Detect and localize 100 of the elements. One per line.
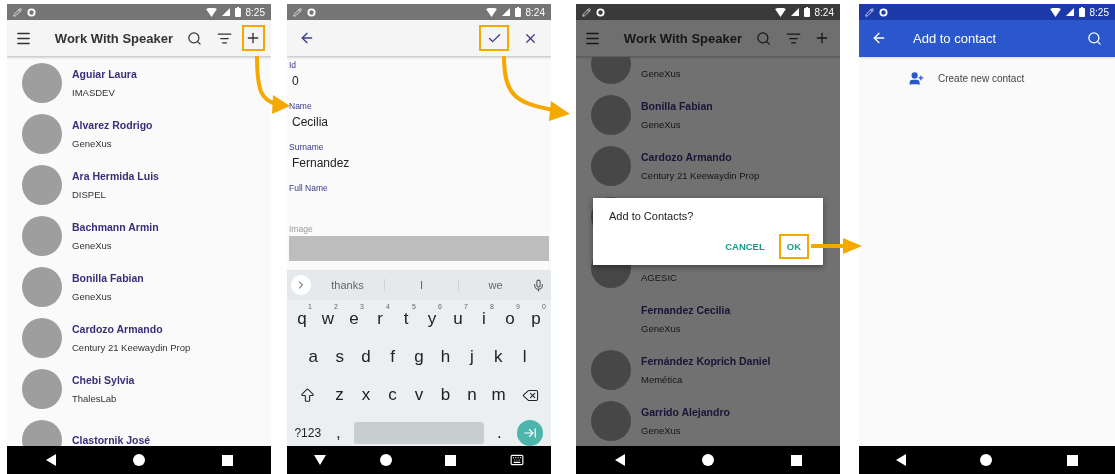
company-name: GeneXus [72,240,113,251]
mic-icon[interactable] [532,278,545,292]
status-time: 8:24 [814,6,834,18]
speaker-name[interactable]: Fernández Koprich Daniel [641,354,771,368]
keyboard-key[interactable]: k [485,341,512,373]
field-label: Id [289,59,298,71]
field-label: Name [289,100,313,112]
keyboard-key[interactable]: x [352,379,380,411]
keyboard-key[interactable]: . [487,417,511,446]
keyboard-key[interactable]: , [326,417,351,446]
recents-icon[interactable] [445,454,457,466]
save-button[interactable] [479,25,509,51]
speaker-name[interactable]: Bachmann Armin [72,220,159,234]
company-name: AGESIC [641,272,677,283]
speaker-name[interactable]: Bonilla Fabian [72,271,144,285]
company-name: GeneXus [72,138,113,149]
menu-item[interactable]: Create new contact [938,72,1025,84]
arrow-to-line-icon [523,426,537,440]
battery-icon [803,7,810,17]
pencil-icon [582,7,591,17]
speaker-name[interactable]: Fernandez Cecilia [641,303,731,317]
keyboard-key[interactable]: a [300,341,327,373]
expand-button[interactable] [291,275,311,295]
back-icon[interactable] [45,454,56,466]
input-field[interactable]: Cecilia [289,112,549,132]
keyboard-key[interactable]: b [432,379,459,411]
back-icon[interactable] [896,454,907,466]
speaker-name[interactable]: Bonilla Fabian [641,99,713,113]
recents-icon[interactable] [790,454,802,466]
field-label: Image [289,223,314,235]
pencil-icon [865,7,874,17]
home-icon[interactable] [980,454,993,466]
company-name: Century 21 Keewaydin Prop [72,342,191,353]
back-icon[interactable] [614,454,625,466]
home-icon[interactable] [132,454,145,466]
wifi-icon [205,7,217,17]
wifi-icon [485,7,497,17]
keyboard-key[interactable]: s [326,341,353,373]
hide-keyboard-icon[interactable] [313,455,326,465]
keyboard-key[interactable]: j [458,341,486,373]
signal-icon [501,8,510,16]
status-time: 8:25 [245,6,265,18]
input-field[interactable]: 0 [289,71,549,91]
back-arrow-icon [299,30,315,46]
company-name: GeneXus [641,68,681,79]
ring-icon [307,7,316,17]
keyboard-key[interactable]: g [405,341,433,373]
suggestion[interactable]: thanks [311,279,384,291]
status-time: 8:25 [1089,6,1109,18]
keyboard-key[interactable]: v [405,379,433,411]
wifi-icon [1049,7,1061,17]
dialog-button[interactable]: CANCEL [717,234,773,259]
speaker-name[interactable]: Clastornik José [72,432,151,446]
keyboard-key[interactable]: f [379,341,406,373]
keyboard-key[interactable]: m [485,379,512,411]
dialog-message: Add to Contacts? [609,210,695,222]
dialog-button[interactable]: OK [778,234,809,259]
speaker-name[interactable]: Ara Hermida Luis [72,169,159,183]
signal-icon [790,8,799,16]
home-icon[interactable] [379,454,392,466]
filter-icon [785,30,801,46]
suggestion[interactable]: we [458,279,532,291]
arrow [811,238,862,254]
shift-icon [299,386,317,404]
signal-icon [221,8,230,16]
company-name: GeneXus [641,119,682,130]
company-name: Memética [641,374,684,385]
speaker-name[interactable]: Alvarez Rodrigo [72,118,153,132]
recents-icon[interactable] [221,454,233,466]
company-name: IMASDEV [72,87,116,98]
image-field[interactable] [289,236,549,261]
suggestion[interactable]: I [384,279,458,291]
speaker-name[interactable]: Garrido Alejandro [641,405,730,419]
battery-icon [1078,7,1085,17]
signal-icon [1065,8,1074,16]
keyboard-key[interactable]: h [432,341,459,373]
keyboard-key[interactable]: l [511,341,538,373]
field-label: Surname [289,141,325,153]
keyboard-key[interactable]: z [326,379,353,411]
input-field[interactable]: Fernandez [289,153,549,173]
speaker-name[interactable]: Cardozo Armando [72,322,191,336]
recents-icon[interactable] [1066,454,1078,466]
battery-icon [514,7,521,17]
speaker-name[interactable]: Cardozo Armando [641,150,760,164]
ring-icon [596,7,605,17]
keyboard-key[interactable]: c [379,379,406,411]
symbols-key[interactable]: ?123 [289,417,327,446]
speaker-name[interactable]: Chebi Sylvia [72,373,135,387]
keyboard-icon[interactable] [510,453,525,467]
company-name: GeneXus [641,425,682,436]
speaker-name[interactable]: Aguiar Laura [72,67,137,81]
home-icon[interactable] [701,454,714,466]
company-name: DISPEL [72,189,107,200]
keyboard-key[interactable]: d [352,341,380,373]
search-icon [1086,30,1102,46]
add-button[interactable] [241,25,265,51]
filter-icon [216,30,232,46]
keyboard-key[interactable]: n [458,379,486,411]
field-label: Full Name [289,182,329,194]
company-name: Century 21 Keewaydin Prop [641,170,760,181]
